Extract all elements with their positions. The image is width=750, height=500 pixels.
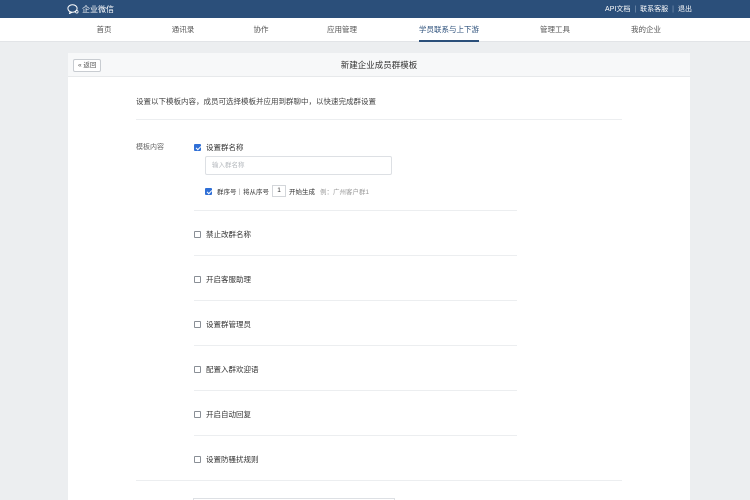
group-name-input[interactable]	[205, 156, 392, 175]
logout-link[interactable]: 退出	[678, 4, 692, 14]
group-admin-label: 设置群管理员	[206, 320, 251, 329]
group-serial-row: 群序号｜将从序号 1 开始生成 例：广州客户群1	[205, 185, 369, 197]
divider	[194, 435, 517, 436]
group-serial-checkbox[interactable]	[205, 187, 212, 195]
group-admin-option[interactable]: 设置群管理员	[194, 319, 251, 330]
set-group-name-checkbox[interactable]	[194, 144, 201, 151]
brand-name: 企业微信	[82, 4, 114, 14]
nav-my-enterprise[interactable]: 我的企业	[631, 18, 661, 42]
nav-management-tools[interactable]: 管理工具	[540, 18, 570, 42]
nav-home[interactable]: 首页	[97, 18, 112, 42]
divider	[194, 210, 517, 211]
divider	[194, 255, 517, 256]
link-separator: |	[672, 5, 674, 13]
link-separator: |	[634, 5, 637, 13]
serial-start-input[interactable]: 1	[272, 185, 286, 197]
welcome-message-label: 配置入群欢迎语	[206, 365, 259, 374]
group-admin-checkbox[interactable]	[194, 321, 201, 328]
customer-assistant-checkbox[interactable]	[194, 276, 201, 283]
brand-logo[interactable]: 企业微信	[67, 3, 114, 15]
nav-app-management[interactable]: 应用管理	[327, 18, 357, 42]
nav-contacts[interactable]: 通讯录	[172, 18, 195, 42]
divider	[194, 390, 517, 391]
auto-reply-checkbox[interactable]	[194, 411, 201, 418]
card-header: « 返回 新建企业成员群模板	[68, 53, 690, 77]
anti-spam-label: 设置防骚扰规则	[206, 455, 259, 464]
divider	[136, 119, 622, 120]
auto-reply-label: 开启自动回复	[206, 410, 251, 419]
top-bar: 企业微信 API文档 | 联系客服 | 退出	[0, 0, 750, 18]
divider	[194, 345, 517, 346]
divider	[194, 300, 517, 301]
welcome-message-option[interactable]: 配置入群欢迎语	[194, 364, 259, 375]
top-links: API文档 | 联系客服 | 退出	[605, 4, 692, 14]
set-group-name-option[interactable]: 设置群名称	[194, 142, 244, 153]
template-content-label: 模板内容	[136, 144, 164, 151]
auto-reply-option[interactable]: 开启自动回复	[194, 409, 251, 420]
intro-text: 设置以下模板内容，成员可选择模板并应用到群聊中，以快速完成群设置	[136, 97, 376, 106]
set-group-name-label: 设置群名称	[206, 143, 244, 152]
forbid-rename-option[interactable]: 禁止改群名称	[194, 229, 251, 240]
contact-support-link[interactable]: 联系客服	[640, 4, 668, 14]
anti-spam-checkbox[interactable]	[194, 456, 201, 463]
api-docs-link[interactable]: API文档	[605, 4, 630, 14]
welcome-message-checkbox[interactable]	[194, 366, 201, 373]
forbid-rename-checkbox[interactable]	[194, 231, 201, 238]
serial-example-hint: 例：广州客户群1	[320, 189, 370, 196]
group-serial-label: 群序号｜将从序号	[217, 189, 269, 196]
divider	[136, 480, 622, 481]
serial-suffix-label: 开始生成	[289, 189, 315, 196]
page-title: 新建企业成员群模板	[340, 60, 418, 70]
wecom-logo-icon	[67, 4, 79, 14]
customer-assistant-label: 开启客服助理	[206, 275, 251, 284]
nav-student-contacts[interactable]: 学员联系与上下游	[419, 18, 479, 42]
forbid-rename-label: 禁止改群名称	[206, 230, 251, 239]
template-form-card: « 返回 新建企业成员群模板 设置以下模板内容，成员可选择模板并应用到群聊中，以…	[68, 53, 690, 500]
customer-assistant-option[interactable]: 开启客服助理	[194, 274, 251, 285]
main-nav: 首页 通讯录 协作 应用管理 学员联系与上下游 管理工具 我的企业	[0, 18, 750, 42]
anti-spam-option[interactable]: 设置防骚扰规则	[194, 454, 259, 465]
nav-collaboration[interactable]: 协作	[254, 18, 269, 42]
